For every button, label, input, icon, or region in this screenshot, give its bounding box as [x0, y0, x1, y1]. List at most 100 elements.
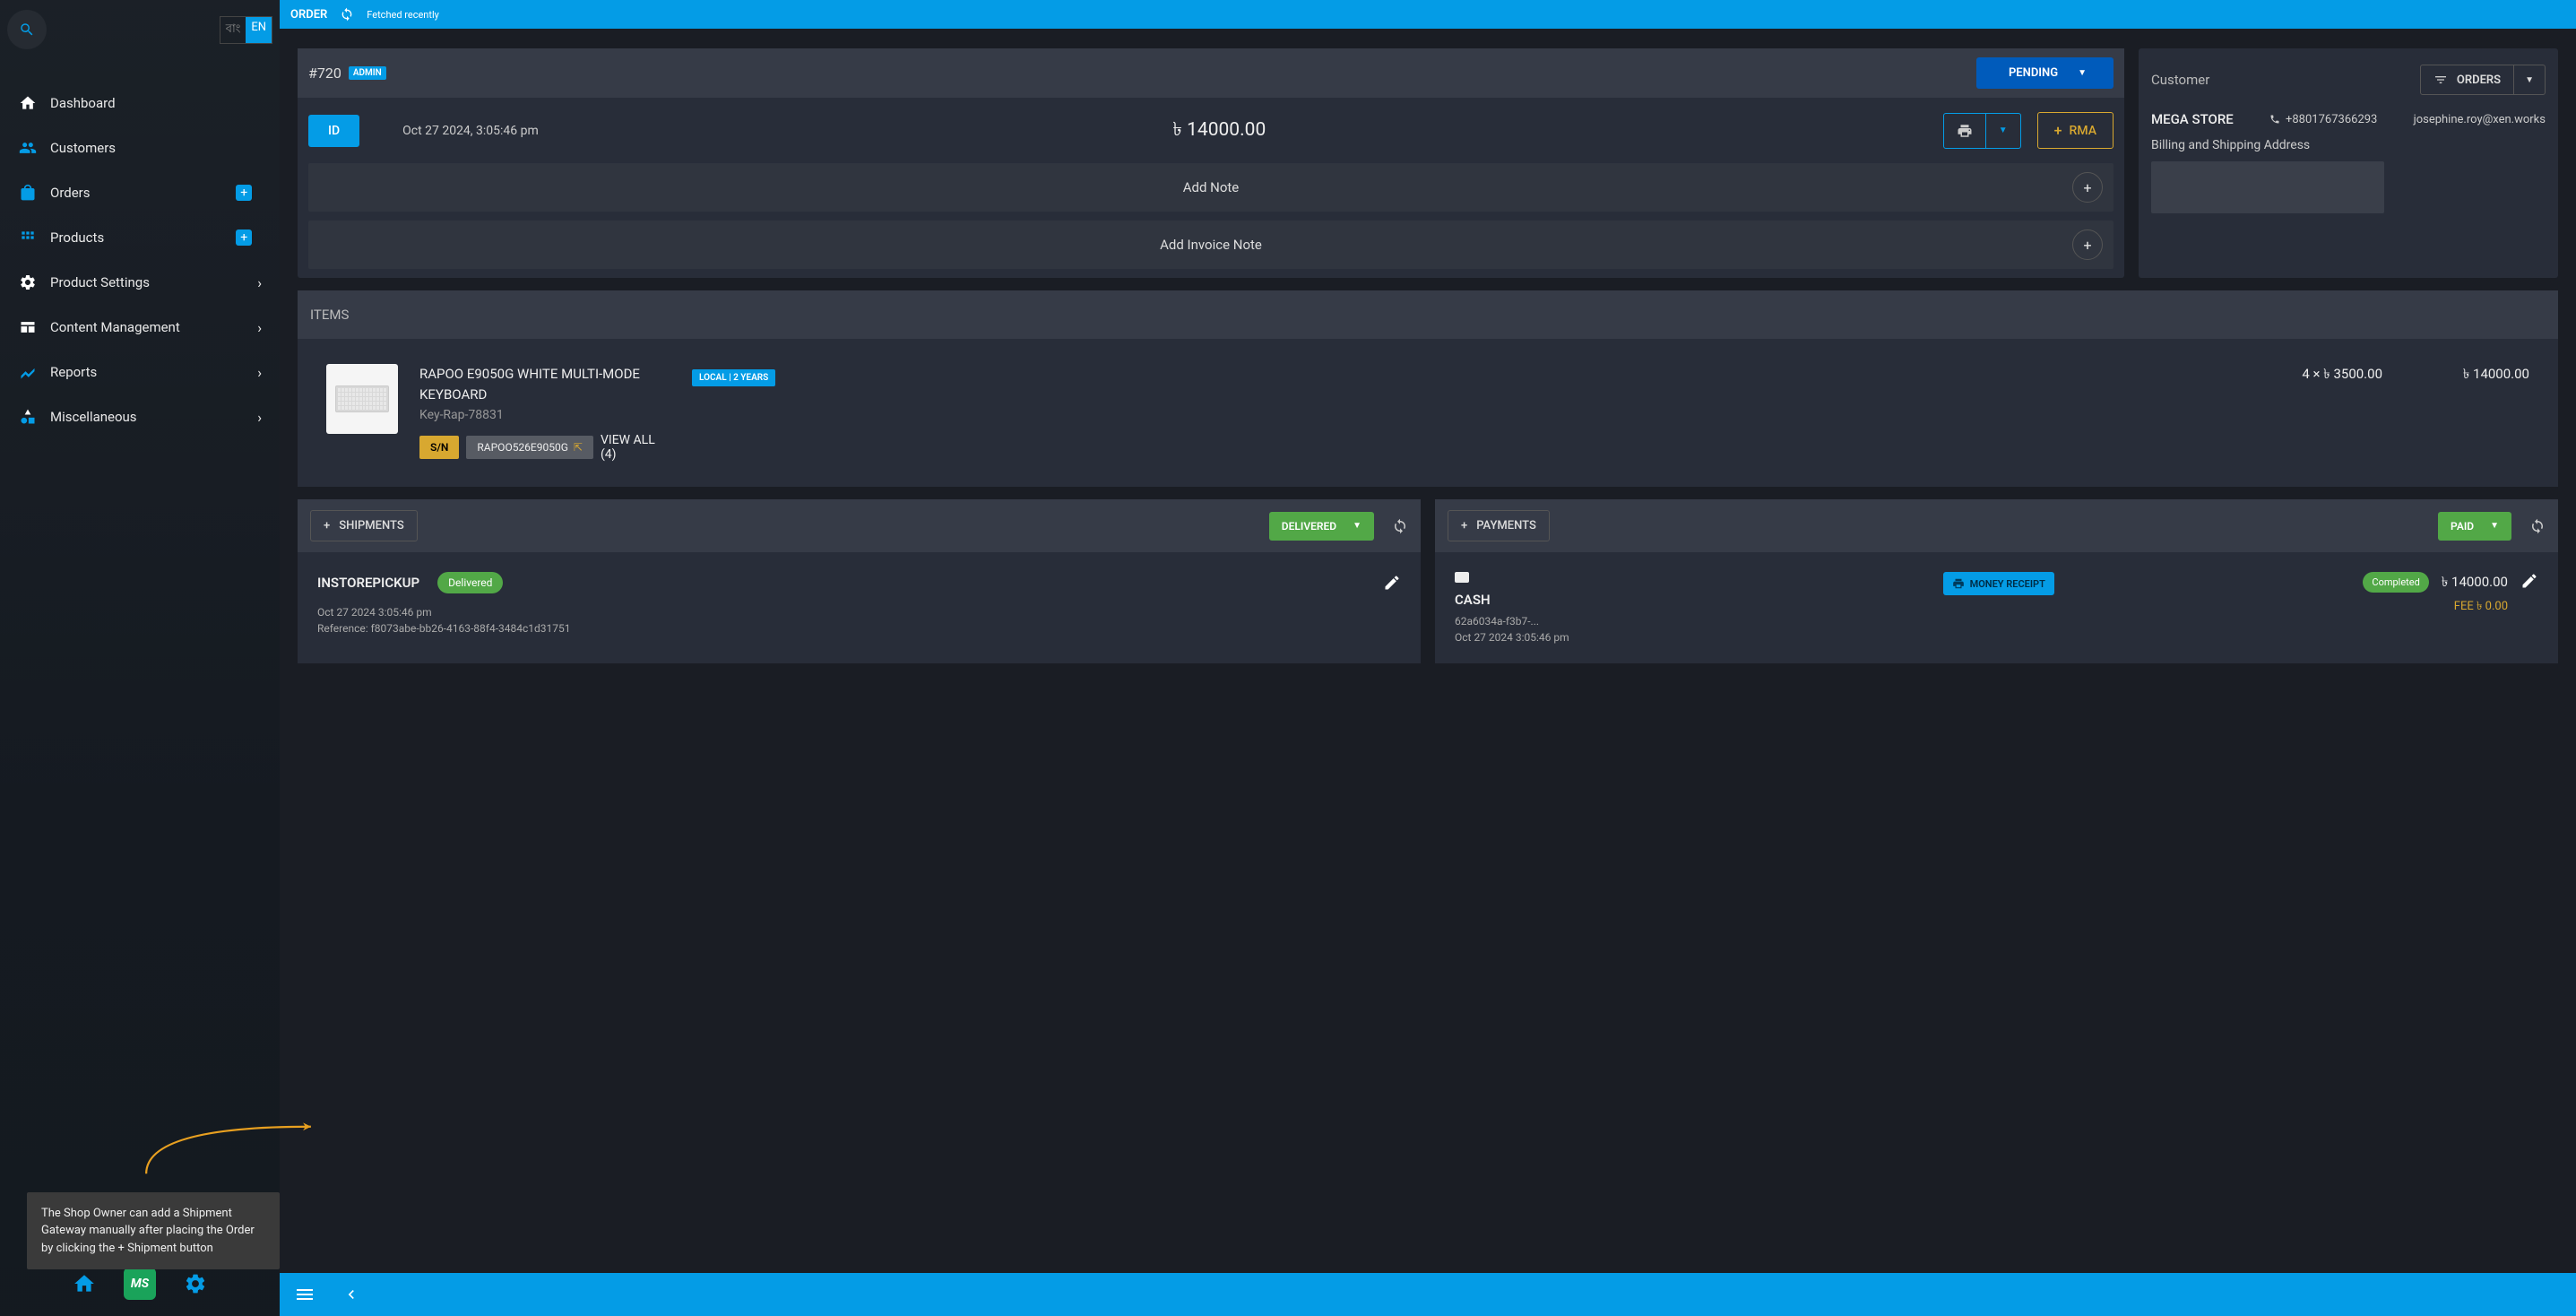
nav-orders[interactable]: Orders + ›: [0, 170, 280, 215]
add-payment-button[interactable]: + PAYMENTS: [1448, 510, 1550, 541]
nav-reports[interactable]: Reports ›: [0, 350, 280, 394]
money-receipt-button[interactable]: MONEY RECEIPT: [1943, 572, 2054, 595]
add-note-row: Add Note +: [308, 163, 2114, 212]
plus-icon: +: [2083, 179, 2091, 196]
sn-value[interactable]: RAPOO526E9050G ⇱: [466, 436, 593, 459]
order-customer-row: #720 ADMIN PENDING ▼ ID Oct 27 2024, 3:0…: [298, 48, 2558, 278]
nav-label: Dashboard: [50, 95, 262, 111]
payment-row: CASH 62a6034a-f3b7-... Oct 27 2024 3:05:…: [1455, 572, 2538, 644]
nav-content-management[interactable]: Content Management ›: [0, 305, 280, 350]
nav-customers[interactable]: Customers: [0, 126, 280, 170]
payment-amounts: ৳ 14000.00 FEE ৳ 0.00: [2442, 572, 2508, 617]
lang-en[interactable]: EN: [246, 17, 272, 43]
shipments-payments-row: + SHIPMENTS DELIVERED ▼ INSTOREPICKUP De…: [298, 499, 2558, 663]
add-invoice-note-button[interactable]: +: [2072, 229, 2103, 260]
customer-label: Customer: [2151, 72, 2209, 88]
id-chip[interactable]: ID: [308, 115, 359, 147]
nav-label: Products: [50, 229, 236, 246]
bottom-bar: [280, 1273, 2576, 1316]
chevron-right-icon: ›: [257, 409, 262, 426]
add-invoice-note-label: Add Invoice Note: [1160, 237, 1262, 253]
nav-dashboard[interactable]: Dashboard: [0, 81, 280, 126]
rma-label: RMA: [2070, 124, 2096, 138]
page-context-label: ORDER: [290, 8, 327, 22]
payment-amount: ৳ 14000.00: [2442, 572, 2508, 594]
item-name[interactable]: RAPOO E9050G WHITE MULTI-MODE KEYBOARD: [419, 364, 670, 404]
chevron-down-icon: ▼: [1353, 521, 1361, 531]
add-product-button[interactable]: +: [236, 229, 252, 246]
shipment-status-label: DELIVERED: [1282, 520, 1336, 532]
nav-label: Orders: [50, 185, 236, 201]
refresh-shipments-button[interactable]: [1392, 518, 1408, 534]
view-all-link[interactable]: VIEW ALL (4): [601, 433, 670, 462]
chart-icon: [18, 362, 38, 382]
lang-bn[interactable]: বাং: [220, 17, 246, 43]
store-button[interactable]: MS: [124, 1268, 156, 1300]
payment-status-dropdown[interactable]: PAID ▼: [2438, 512, 2511, 541]
order-total: ৳ 14000.00: [1172, 115, 1926, 146]
print-dropdown[interactable]: ▼: [1986, 114, 2020, 148]
menu-button[interactable]: [294, 1284, 316, 1305]
back-button[interactable]: [342, 1286, 360, 1303]
add-invoice-note-row: Add Invoice Note +: [308, 221, 2114, 269]
orders-button-label: ORDERS: [2457, 74, 2501, 87]
items-card: ITEMS RAPOO E9050G WHITE MULTI-MODE KEYB…: [298, 290, 2558, 487]
payment-status-label: PAID: [2451, 520, 2474, 532]
order-header: #720 ADMIN PENDING ▼: [298, 48, 2124, 98]
settings-button[interactable]: [179, 1268, 212, 1300]
item-line-total: ৳ 14000.00: [2404, 364, 2529, 386]
rma-button[interactable]: + RMA: [2037, 112, 2114, 149]
search-button[interactable]: [7, 10, 47, 49]
customer-email: josephine.roy@xen.works: [2414, 113, 2546, 126]
order-id-block: #720 ADMIN: [308, 65, 386, 82]
refresh-icon[interactable]: [340, 7, 354, 22]
home-icon: [18, 93, 38, 113]
order-status-dropdown[interactable]: PENDING ▼: [1976, 57, 2114, 89]
shipment-status-dropdown[interactable]: DELIVERED ▼: [1269, 512, 1374, 541]
language-toggle[interactable]: বাং EN: [220, 16, 272, 44]
serial-row: S/N RAPOO526E9050G ⇱ VIEW ALL (4): [419, 433, 670, 462]
gear-icon: [18, 273, 38, 292]
plus-icon: +: [324, 519, 330, 532]
cash-icon: [1455, 572, 1469, 583]
shipment-body: INSTOREPICKUP Delivered Oct 27 2024 3:05…: [298, 552, 1421, 654]
nav-products[interactable]: Products + ›: [0, 215, 280, 260]
main-area: ORDER Fetched recently #720 ADMIN PENDIN…: [280, 0, 2576, 1316]
nav-label: Reports: [50, 364, 257, 380]
edit-payment-button[interactable]: [2520, 572, 2538, 590]
refresh-payments-button[interactable]: [2529, 518, 2546, 534]
item-thumbnail[interactable]: [326, 364, 398, 434]
phone-icon: [2269, 114, 2280, 125]
add-note-label: Add Note: [1183, 179, 1240, 195]
add-order-button[interactable]: +: [236, 185, 252, 201]
item-sku: Key-Rap-78831: [419, 408, 670, 422]
payment-type: CASH: [1455, 592, 1634, 608]
shipments-button-label: SHIPMENTS: [339, 519, 404, 532]
nav-product-settings[interactable]: Product Settings ›: [0, 260, 280, 305]
caret-down-icon: ▼: [2525, 75, 2534, 85]
layout-icon: [18, 317, 38, 337]
orders-dropdown[interactable]: ▼: [2513, 65, 2545, 94]
top-bar: ORDER Fetched recently: [280, 0, 2576, 29]
add-note-button[interactable]: +: [2072, 172, 2103, 203]
people-icon: [18, 138, 38, 158]
orders-filter-button[interactable]: ORDERS: [2421, 65, 2513, 94]
add-shipment-button[interactable]: + SHIPMENTS: [310, 510, 418, 541]
money-receipt-label: MONEY RECEIPT: [1970, 578, 2045, 590]
home-button[interactable]: [68, 1268, 100, 1300]
chevron-right-icon: ›: [257, 319, 262, 336]
item-row: RAPOO E9050G WHITE MULTI-MODE KEYBOARD K…: [298, 339, 2558, 487]
address-label: Billing and Shipping Address: [2151, 138, 2546, 152]
content: #720 ADMIN PENDING ▼ ID Oct 27 2024, 3:0…: [280, 29, 2576, 1273]
print-button-group: ▼: [1943, 113, 2021, 149]
customer-body: MEGA STORE +8801767366293 josephine.roy@…: [2139, 111, 2558, 226]
shipments-header: + SHIPMENTS DELIVERED ▼: [298, 499, 1421, 552]
sn-badge: S/N: [419, 436, 459, 459]
edit-shipment-button[interactable]: [1383, 574, 1401, 592]
shapes-icon: [18, 407, 38, 427]
chevron-down-icon: ▼: [2078, 68, 2087, 78]
customer-name: MEGA STORE: [2151, 111, 2234, 127]
fetched-label: Fetched recently: [367, 9, 439, 21]
nav-miscellaneous[interactable]: Miscellaneous ›: [0, 394, 280, 439]
print-button[interactable]: [1944, 114, 1986, 148]
